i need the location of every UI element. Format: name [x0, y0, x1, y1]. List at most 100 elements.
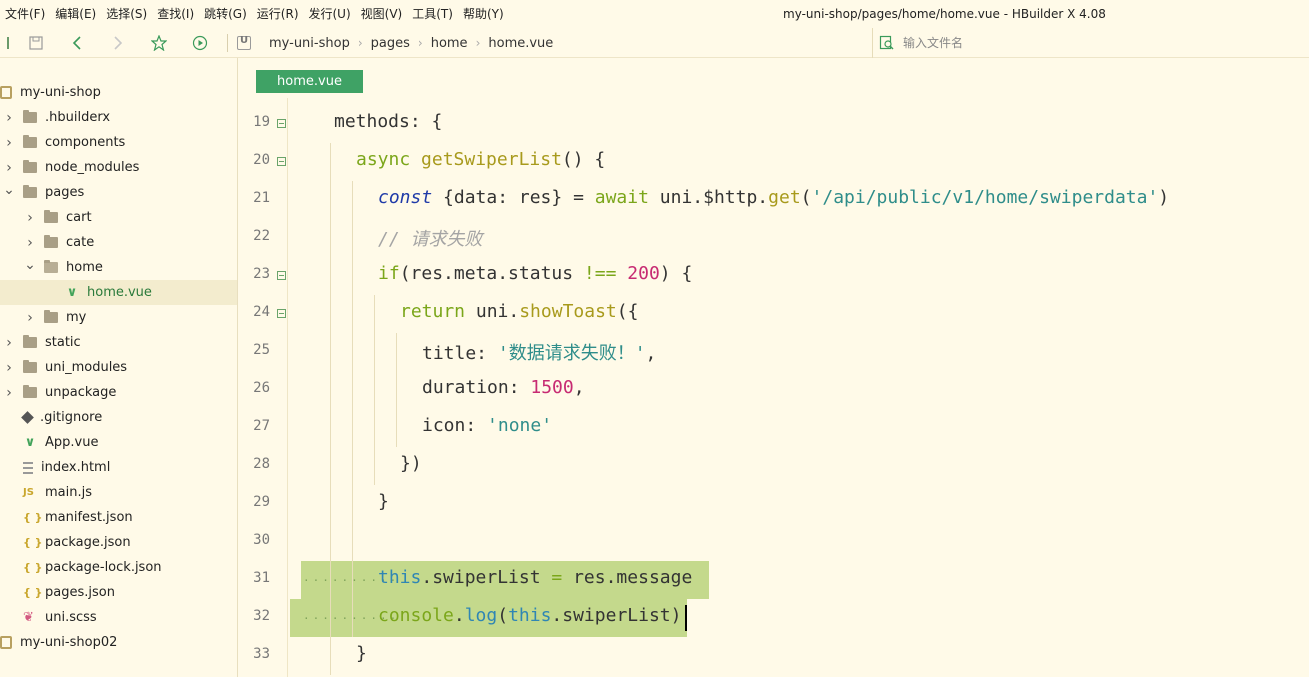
- tree-item[interactable]: { } package.json: [0, 530, 237, 555]
- code-token: this: [378, 567, 422, 588]
- line-number: 29: [253, 494, 270, 510]
- code-token: console: [378, 605, 454, 626]
- tree-item[interactable]: { } pages.json: [0, 580, 237, 605]
- chevron-right-icon[interactable]: ›: [3, 160, 15, 176]
- menu-item[interactable]: 文件(F): [0, 0, 50, 28]
- chevron-right-icon[interactable]: ›: [3, 335, 15, 351]
- save-icon[interactable]: [26, 33, 46, 53]
- fold-toggle-icon[interactable]: [277, 119, 286, 128]
- run-icon[interactable]: [190, 33, 210, 53]
- indent-guide: [352, 333, 353, 371]
- menu-item[interactable]: 跳转(G): [199, 0, 252, 28]
- menu-item[interactable]: 帮助(Y): [458, 0, 509, 28]
- chevron-right-icon[interactable]: ›: [3, 135, 15, 151]
- code-token: '/api/public/v1/home/swiperdata': [811, 187, 1159, 208]
- tree-item[interactable]: ⌄ home: [0, 255, 237, 280]
- fold-toggle-icon[interactable]: [277, 309, 286, 318]
- indent-guide: [330, 295, 331, 333]
- code-token: uni.$http.: [648, 187, 769, 208]
- tree-item[interactable]: { } package-lock.json: [0, 555, 237, 580]
- code-token: duration:: [422, 377, 531, 398]
- chevron-right-icon[interactable]: ›: [24, 210, 36, 226]
- tree-item[interactable]: .gitignore: [0, 405, 237, 430]
- window-title: my-uni-shop/pages/home/home.vue - HBuild…: [783, 7, 1106, 21]
- indent-guide: [352, 371, 353, 409]
- tree-item[interactable]: my-uni-shop: [0, 80, 237, 105]
- code-text: console.log(this.swiperList): [378, 605, 681, 626]
- tree-item[interactable]: › cate: [0, 230, 237, 255]
- scss-file-icon: ❦: [23, 610, 34, 625]
- tree-item[interactable]: { } manifest.json: [0, 505, 237, 530]
- code-line: 20 async getSwiperList() {: [239, 143, 1309, 181]
- chevron-down-icon[interactable]: ⌄: [3, 182, 15, 198]
- tree-item[interactable]: › components: [0, 130, 237, 155]
- code-text: icon: 'none': [422, 415, 552, 436]
- tree-item[interactable]: › unpackage: [0, 380, 237, 405]
- chevron-right-icon[interactable]: ›: [3, 385, 15, 401]
- main-menu: 文件(F) 编辑(E) 选择(S) 查找(I) 跳转(G) 运行(R) 发行(U) 视图(V)…: [0, 0, 509, 28]
- tree-item-label: main.js: [45, 485, 92, 500]
- menu-item[interactable]: 工具(T): [407, 0, 458, 28]
- tree-item-label: package.json: [45, 535, 131, 550]
- breadcrumb-item[interactable]: home.vue: [488, 36, 553, 51]
- menu-item[interactable]: 视图(V): [356, 0, 408, 28]
- code-token: {data: res} =: [432, 187, 595, 208]
- breadcrumb-item[interactable]: home: [431, 36, 468, 51]
- chevron-right-icon[interactable]: ›: [24, 235, 36, 251]
- tree-item[interactable]: index.html: [0, 455, 237, 480]
- code-token: showToast: [519, 301, 617, 322]
- menu-item[interactable]: 运行(R): [252, 0, 304, 28]
- tree-item[interactable]: › node_modules: [0, 155, 237, 180]
- chevron-right-icon[interactable]: ›: [24, 310, 36, 326]
- breadcrumb: my-uni-shop › pages › home › home.vue: [237, 28, 553, 58]
- file-search-input[interactable]: [903, 36, 1283, 50]
- favorite-icon[interactable]: [149, 33, 169, 53]
- project-icon: [0, 636, 12, 649]
- sidebar-toggle-icon[interactable]: [0, 33, 20, 53]
- tree-item-label: home: [66, 260, 103, 275]
- tab-home-vue[interactable]: home.vue: [256, 70, 363, 93]
- tree-item[interactable]: my-uni-shop02: [0, 630, 237, 655]
- tree-item[interactable]: ∨ home.vue: [0, 280, 237, 305]
- back-icon[interactable]: [67, 33, 87, 53]
- tree-item[interactable]: › static: [0, 330, 237, 355]
- menu-item[interactable]: 选择(S): [101, 0, 152, 28]
- code-text: }: [356, 643, 367, 664]
- code-token: 200: [627, 263, 660, 284]
- chevron-right-icon[interactable]: ›: [3, 110, 15, 126]
- tree-item[interactable]: › .hbuilderx: [0, 105, 237, 130]
- tree-item-label: unpackage: [45, 385, 117, 400]
- code-token: getSwiperList: [421, 149, 562, 170]
- tree-item[interactable]: ⌄ pages: [0, 180, 237, 205]
- menu-item[interactable]: 发行(U): [304, 0, 356, 28]
- code-text: const {data: res} = await uni.$http.get(…: [378, 187, 1169, 208]
- indent-guide: [352, 447, 353, 485]
- menu-item[interactable]: 查找(I): [152, 0, 199, 28]
- code-text: duration: 1500,: [422, 377, 585, 398]
- tree-item[interactable]: ∨ App.vue: [0, 430, 237, 455]
- breadcrumb-item[interactable]: my-uni-shop: [269, 36, 350, 51]
- tree-item-label: uni_modules: [45, 360, 128, 375]
- line-number: 25: [253, 342, 270, 358]
- project-icon: [0, 86, 12, 99]
- breadcrumb-item[interactable]: pages: [371, 36, 410, 51]
- code-line: 19 methods: {: [239, 105, 1309, 143]
- fold-toggle-icon[interactable]: [277, 157, 286, 166]
- chevron-down-icon[interactable]: ⌄: [24, 257, 36, 273]
- fold-toggle-icon[interactable]: [277, 271, 286, 280]
- tree-item[interactable]: JS main.js: [0, 480, 237, 505]
- tree-item[interactable]: ❦ uni.scss: [0, 605, 237, 630]
- tree-item[interactable]: › cart: [0, 205, 237, 230]
- menu-item[interactable]: 编辑(E): [50, 0, 101, 28]
- tree-item-label: components: [45, 135, 126, 150]
- code-text: }: [378, 491, 389, 512]
- chevron-right-icon[interactable]: ›: [3, 360, 15, 376]
- folder-icon: [23, 160, 37, 173]
- code-area[interactable]: 19 methods: {20 async getSwiperList() {21 c…: [239, 98, 1309, 677]
- forward-icon[interactable]: [108, 33, 128, 53]
- tree-item[interactable]: › uni_modules: [0, 355, 237, 380]
- indent-guide: [374, 447, 375, 485]
- tree-item[interactable]: › my: [0, 305, 237, 330]
